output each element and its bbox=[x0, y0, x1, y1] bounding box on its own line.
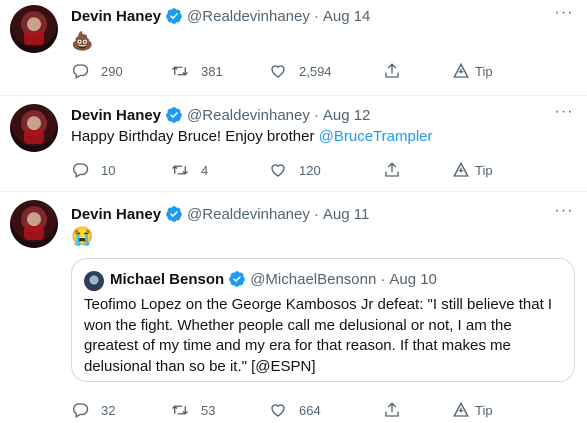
separator-dot: · bbox=[313, 106, 319, 124]
more-options-icon[interactable]: ··· bbox=[554, 104, 574, 127]
verified-badge-icon bbox=[166, 206, 182, 222]
like-button[interactable]: 120 bbox=[269, 160, 321, 180]
retweet-button[interactable]: 53 bbox=[171, 400, 215, 420]
reply-count: 32 bbox=[101, 402, 116, 418]
tip-icon bbox=[453, 161, 469, 177]
tip-label: Tip bbox=[475, 402, 493, 418]
retweet-count: 4 bbox=[201, 162, 209, 178]
tip-button[interactable]: Tip bbox=[452, 61, 493, 81]
action-bar: 290 381 2,594 Tip bbox=[71, 61, 511, 81]
tweet-header: Devin Haney @Realdevinhaney · Aug 12 bbox=[71, 105, 370, 125]
tweet-text-content: Happy Birthday Bruce! Enjoy brother bbox=[71, 128, 319, 145]
share-button[interactable] bbox=[383, 160, 401, 180]
reply-button[interactable]: 32 bbox=[71, 400, 115, 420]
like-button[interactable]: 2,594 bbox=[269, 61, 332, 81]
reply-icon bbox=[73, 403, 89, 418]
author-name[interactable]: Devin Haney bbox=[71, 206, 161, 223]
tweet-date[interactable]: Aug 12 bbox=[323, 107, 371, 124]
more-options-icon[interactable]: ··· bbox=[554, 203, 574, 226]
retweet-button[interactable]: 4 bbox=[171, 160, 208, 180]
separator-dot: · bbox=[380, 270, 386, 288]
quoted-author-handle[interactable]: @MichaelBensonn bbox=[250, 271, 376, 288]
author-handle[interactable]: @Realdevinhaney bbox=[187, 206, 310, 223]
tip-label: Tip bbox=[475, 63, 493, 79]
verified-badge-icon bbox=[166, 8, 182, 24]
reply-icon bbox=[73, 163, 89, 178]
action-bar: 32 53 664 Tip bbox=[71, 400, 511, 420]
reply-icon bbox=[73, 64, 89, 79]
heart-icon bbox=[271, 404, 285, 417]
tip-label: Tip bbox=[475, 162, 493, 178]
quoted-tweet[interactable]: Michael Benson @MichaelBensonn · Aug 10 … bbox=[71, 258, 575, 382]
author-handle[interactable]: @Realdevinhaney bbox=[187, 8, 310, 25]
avatar[interactable] bbox=[10, 104, 58, 152]
quoted-tweet-text: Teofimo Lopez on the George Kambosos Jr … bbox=[84, 296, 553, 375]
like-count: 2,594 bbox=[299, 63, 332, 79]
tweet[interactable]: Devin Haney @Realdevinhaney · Aug 14 ···… bbox=[0, 0, 587, 96]
tweet-text: 😭 bbox=[71, 226, 94, 246]
tip-icon bbox=[453, 62, 469, 78]
separator-dot: · bbox=[313, 205, 319, 223]
separator-dot: · bbox=[313, 7, 319, 25]
quoted-author-name[interactable]: Michael Benson bbox=[110, 271, 224, 288]
retweet-button[interactable]: 381 bbox=[171, 61, 223, 81]
action-bar: 10 4 120 Tip bbox=[71, 160, 511, 180]
author-handle[interactable]: @Realdevinhaney bbox=[187, 107, 310, 124]
reply-button[interactable]: 10 bbox=[71, 160, 115, 180]
tweet-date[interactable]: Aug 14 bbox=[323, 8, 371, 25]
retweet-count: 53 bbox=[201, 402, 216, 418]
reply-count: 290 bbox=[101, 63, 123, 79]
quoted-tweet-header: Michael Benson @MichaelBensonn · Aug 10 bbox=[110, 270, 437, 288]
share-button[interactable] bbox=[383, 61, 401, 81]
more-options-icon[interactable]: ··· bbox=[554, 5, 574, 28]
reply-count: 10 bbox=[101, 162, 116, 178]
retweet-icon bbox=[172, 405, 188, 415]
tweet-header: Devin Haney @Realdevinhaney · Aug 14 bbox=[71, 6, 370, 26]
mention-link[interactable]: @BruceTrampler bbox=[319, 128, 433, 145]
tweet-text: Happy Birthday Bruce! Enjoy brother @Bru… bbox=[71, 127, 433, 147]
quoted-avatar[interactable] bbox=[84, 271, 104, 291]
share-icon bbox=[385, 63, 399, 78]
author-name[interactable]: Devin Haney bbox=[71, 107, 161, 124]
like-button[interactable]: 664 bbox=[269, 400, 321, 420]
heart-icon bbox=[271, 164, 285, 177]
tip-button[interactable]: Tip bbox=[452, 400, 493, 420]
like-count: 664 bbox=[299, 402, 321, 418]
share-icon bbox=[385, 162, 399, 177]
share-icon bbox=[385, 402, 399, 417]
avatar[interactable] bbox=[10, 200, 58, 248]
retweet-count: 381 bbox=[201, 63, 223, 79]
retweet-icon bbox=[172, 66, 188, 76]
like-count: 120 bbox=[299, 162, 321, 178]
tweet-date[interactable]: Aug 11 bbox=[323, 206, 369, 223]
reply-button[interactable]: 290 bbox=[71, 61, 123, 81]
author-name[interactable]: Devin Haney bbox=[71, 8, 161, 25]
verified-badge-icon bbox=[229, 271, 246, 287]
tweet[interactable]: Devin Haney @Realdevinhaney · Aug 11 ···… bbox=[0, 192, 587, 423]
tweet-text: 💩 bbox=[71, 31, 94, 51]
tweet-header: Devin Haney @Realdevinhaney · Aug 11 bbox=[71, 204, 369, 224]
tip-button[interactable]: Tip bbox=[452, 160, 493, 180]
verified-badge-icon bbox=[166, 107, 182, 123]
avatar[interactable] bbox=[10, 5, 58, 53]
quoted-tweet-date[interactable]: Aug 10 bbox=[389, 271, 437, 288]
tweet[interactable]: Devin Haney @Realdevinhaney · Aug 12 ···… bbox=[0, 96, 587, 192]
tip-icon bbox=[453, 401, 469, 417]
retweet-icon bbox=[172, 165, 188, 175]
heart-icon bbox=[271, 65, 285, 78]
share-button[interactable] bbox=[383, 400, 401, 420]
